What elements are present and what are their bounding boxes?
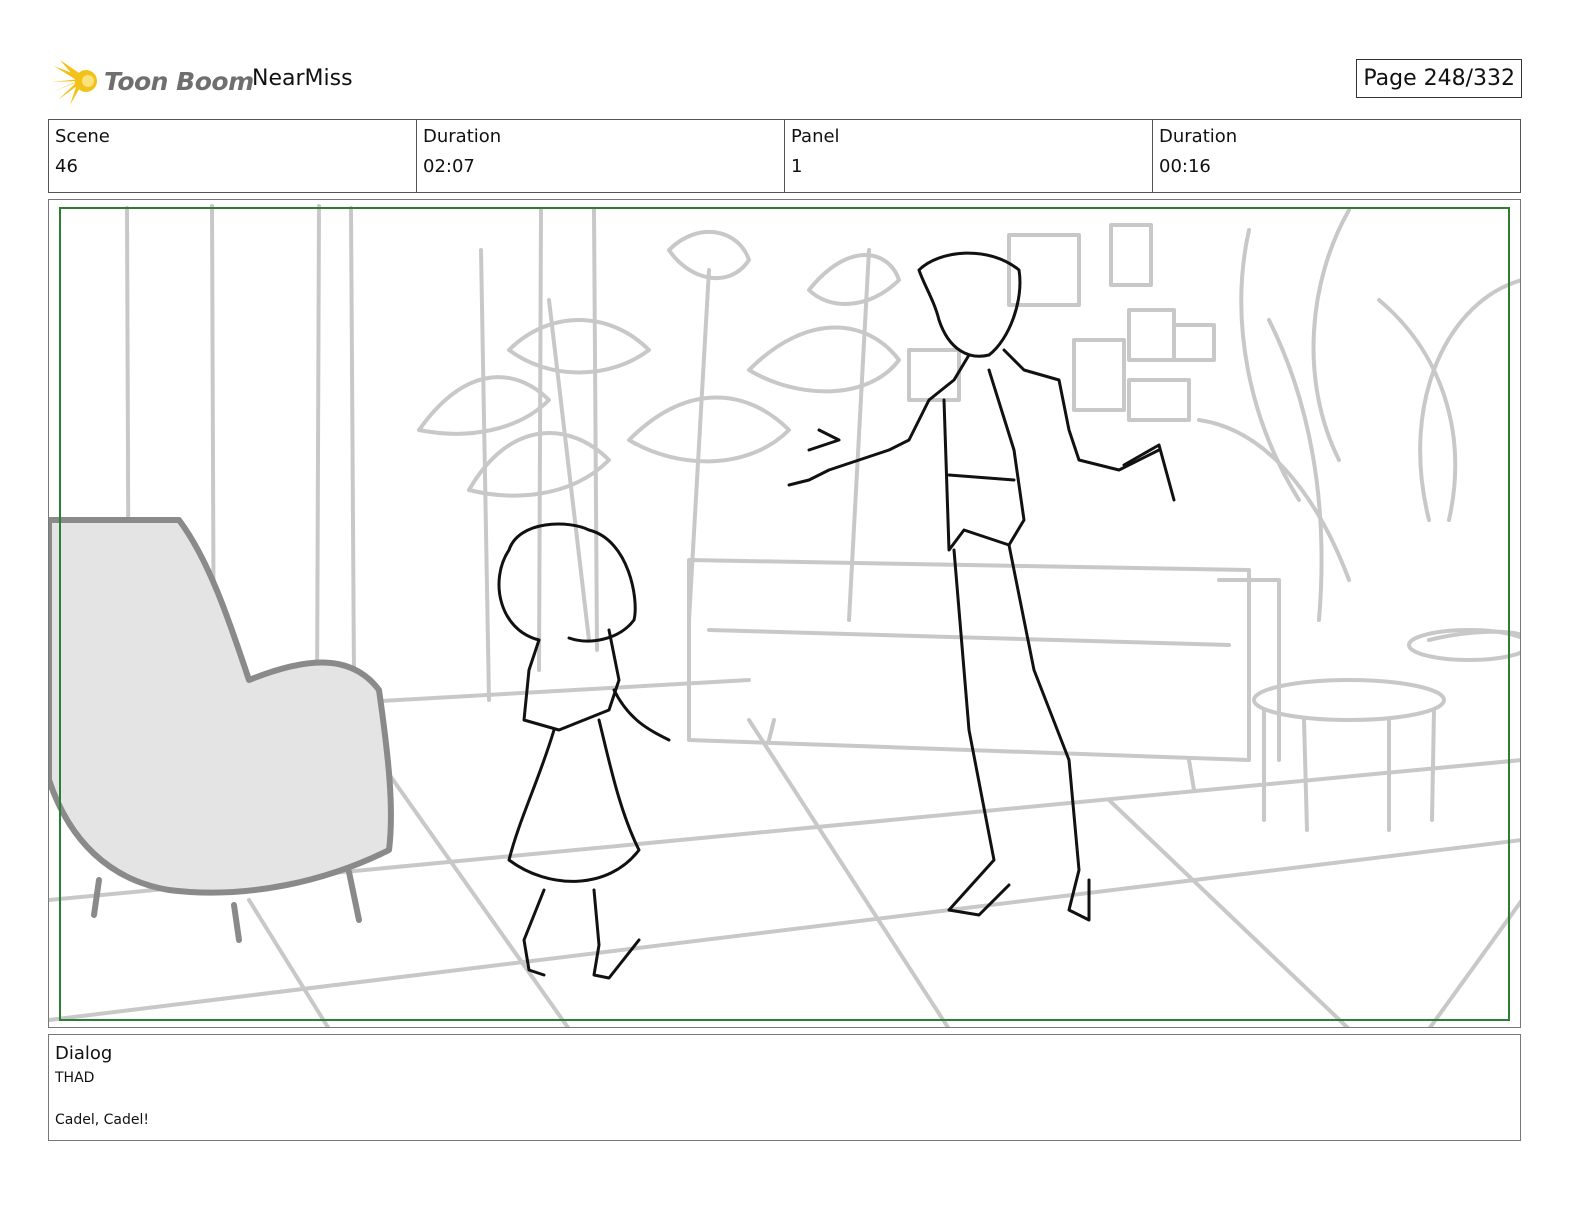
toon-boom-logo: Toon Boom [52, 56, 254, 106]
panel-duration-label: Duration [1159, 126, 1238, 147]
scene-label: Scene [55, 126, 110, 147]
scene-duration-value: 02:07 [423, 156, 475, 177]
storyboard-header: Toon Boom NearMiss Page 248/332 [48, 56, 1522, 106]
dialog-label: Dialog [55, 1043, 113, 1064]
project-name: NearMiss [252, 66, 353, 91]
panel-cell: Panel 1 [785, 120, 1153, 192]
scene-duration-label: Duration [423, 126, 502, 147]
panel-label: Panel [791, 126, 840, 147]
dialog-speaker: THAD [55, 1070, 95, 1086]
panel-duration-cell: Duration 00:16 [1153, 120, 1520, 192]
safe-frame [59, 207, 1510, 1021]
logo-wordmark: Toon Boom [104, 66, 254, 96]
scene-duration-cell: Duration 02:07 [417, 120, 785, 192]
armchair-sketch [49, 517, 394, 943]
panel-sketch [49, 204, 1520, 1027]
man-character-sketch [787, 251, 1176, 922]
panel-value: 1 [791, 156, 803, 177]
scene-cell: Scene 46 [49, 120, 417, 192]
panel-duration-value: 00:16 [1159, 156, 1211, 177]
page-indicator: Page 248/332 [1356, 59, 1522, 98]
dialog-line: Cadel, Cadel! [55, 1112, 150, 1128]
scene-value: 46 [55, 156, 78, 177]
starburst-icon [52, 60, 97, 105]
scene-info-row: Scene 46 Duration 02:07 Panel 1 Duration… [48, 119, 1521, 193]
background-sketch [49, 204, 1520, 1027]
storyboard-panel [48, 199, 1521, 1028]
dialog-box: Dialog THAD Cadel, Cadel! [48, 1034, 1521, 1141]
